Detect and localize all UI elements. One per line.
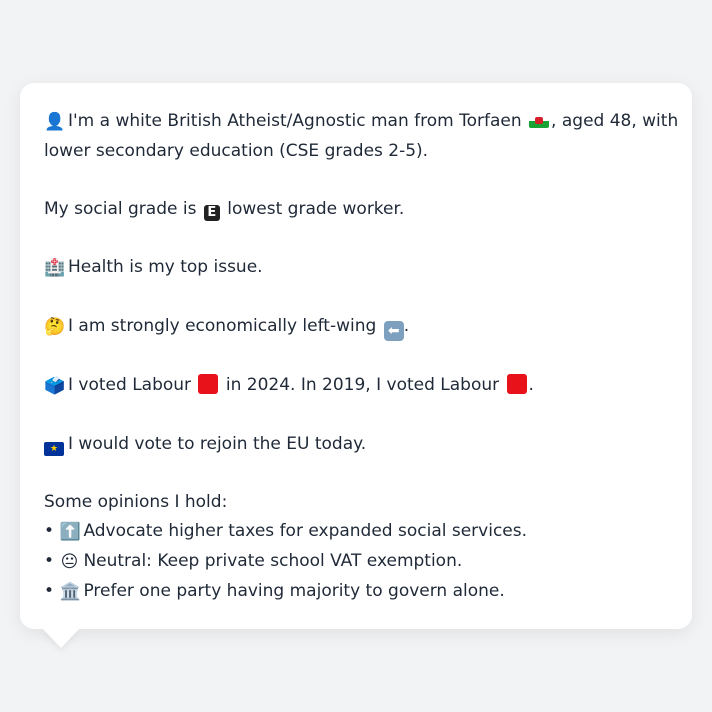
wales-flag-icon <box>529 114 550 128</box>
social-grade-line: My social grade is E lowest grade worker… <box>44 195 668 224</box>
bubble-tail <box>42 628 80 648</box>
identity-text: I'm a white British Atheist/Agnostic man… <box>68 111 522 131</box>
eu-text: I would vote to rejoin the EU today. <box>68 434 367 454</box>
message-bubble: 👤 I'm a white British Atheist/Agnostic ma… <box>20 83 692 629</box>
person-icon: 👤 <box>44 112 66 132</box>
classical-building-icon: 🏛️ <box>59 582 81 602</box>
opinion-item: • 😐 Neutral: Keep private school VAT exem… <box>44 547 668 577</box>
opinion-text: Neutral: Keep private school VAT exempti… <box>83 551 463 571</box>
labour-red-square-icon <box>506 374 527 394</box>
health-line: 🏥 Health is my top issue. <box>44 253 668 283</box>
economic-line: 🤔 I am strongly economically left-wing ⬅. <box>44 312 668 342</box>
bullet: • <box>44 551 55 571</box>
education-text: lower secondary education (CSE grades 2-… <box>44 141 429 161</box>
labour-red-square-icon <box>198 374 219 394</box>
vote-text-b: in 2024. In 2019, I voted Labour <box>225 375 500 395</box>
vote-text-a: I voted Labour <box>68 375 192 395</box>
bullet: • <box>44 521 55 541</box>
up-arrow-icon: ⬆️ <box>59 522 81 542</box>
neutral-face-icon: 😐 <box>60 552 79 572</box>
economic-text: I am strongly economically left-wing <box>68 316 377 336</box>
health-text: Health is my top issue. <box>68 257 263 277</box>
economic-period: . <box>403 316 410 336</box>
bullet: • <box>44 581 55 601</box>
vote-text-c: . <box>528 375 534 395</box>
opinion-text: Advocate higher taxes for expanded socia… <box>83 521 528 541</box>
ballot-box-icon: 🗳️ <box>44 376 66 396</box>
opinion-item: • ⬆️ Advocate higher taxes for expanded s… <box>44 517 668 547</box>
vote-line: 🗳️ I voted Labour in 2024. In 2019, I vot… <box>44 371 668 401</box>
opinion-text: Prefer one party having majority to gove… <box>83 581 505 601</box>
opinions-heading: Some opinions I hold: <box>44 492 228 512</box>
social-grade-text: lowest grade worker. <box>227 199 405 219</box>
social-grade-label: My social grade is <box>44 199 197 219</box>
left-arrow-icon: ⬅ <box>383 321 404 341</box>
hospital-icon: 🏥 <box>44 258 66 278</box>
age-text: , aged 48, with <box>551 111 679 131</box>
eu-line: ★ I would vote to rejoin the EU today. <box>44 430 668 459</box>
grade-e-badge: E <box>203 205 220 221</box>
eu-flag-icon: ★ <box>44 442 64 456</box>
profile-line-1: 👤 I'm a white British Atheist/Agnostic ma… <box>44 107 678 137</box>
thinking-face-icon: 🤔 <box>44 317 66 337</box>
opinion-item: • 🏛️ Prefer one party having majority to … <box>44 577 668 607</box>
